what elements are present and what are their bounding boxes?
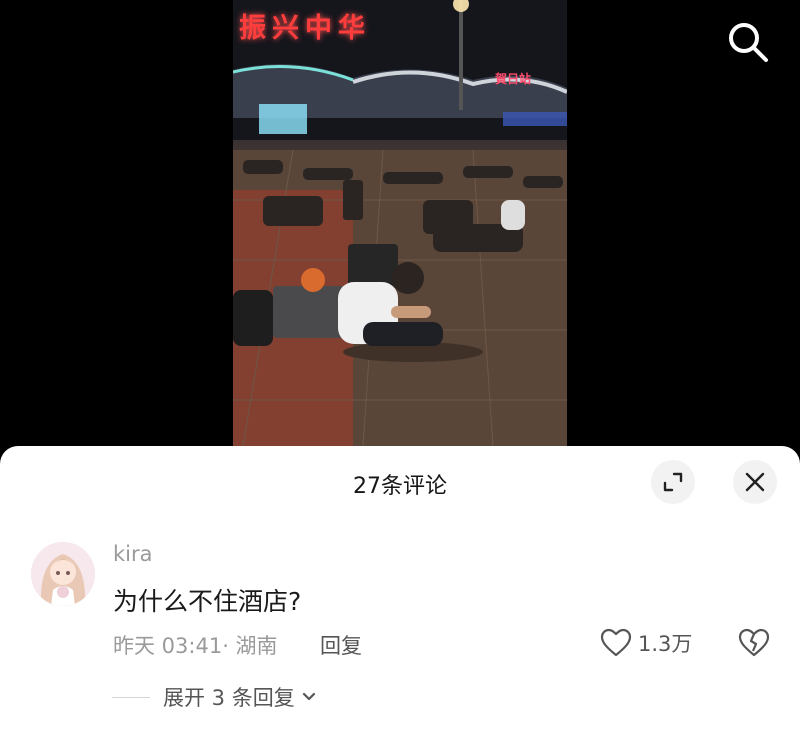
comments-sheet: 27条评论 kira 为什么不住酒店? 昨天 03:41· 湖南 回复 1.3万… — [0, 446, 800, 740]
comment-text: 为什么不住酒店? — [113, 587, 302, 616]
search-icon — [729, 23, 768, 62]
small-red-sign: 賀日站 — [495, 72, 532, 86]
video-player[interactable]: 振兴中华 賀日站 — [0, 0, 800, 446]
broken-heart-icon — [738, 628, 770, 657]
close-button[interactable] — [733, 460, 777, 504]
avatar-illustration — [31, 542, 95, 606]
divider-line — [112, 696, 150, 698]
reply-button[interactable]: 回复 — [320, 630, 362, 660]
video-frame[interactable]: 振兴中华 賀日站 — [233, 0, 567, 446]
expand-replies-label: 展开 3 条回复 — [163, 686, 295, 710]
close-icon — [745, 472, 765, 492]
video-scene — [233, 0, 567, 446]
search-button[interactable] — [724, 18, 772, 66]
avatar[interactable] — [31, 542, 95, 606]
expand-button[interactable] — [651, 460, 695, 504]
chevron-down-icon — [302, 692, 315, 701]
station-sign-text: 振兴中华 — [239, 13, 371, 44]
dislike-button[interactable] — [738, 627, 770, 659]
expand-replies-button[interactable]: 展开 3 条回复 — [112, 682, 318, 712]
like-button[interactable]: 1.3万 — [600, 628, 692, 658]
heart-icon — [600, 628, 632, 657]
like-count: 1.3万 — [638, 632, 693, 656]
comment-username[interactable]: kira — [113, 542, 153, 566]
comment-meta: 昨天 03:41· 湖南 — [113, 634, 278, 658]
expand-icon — [663, 472, 683, 492]
